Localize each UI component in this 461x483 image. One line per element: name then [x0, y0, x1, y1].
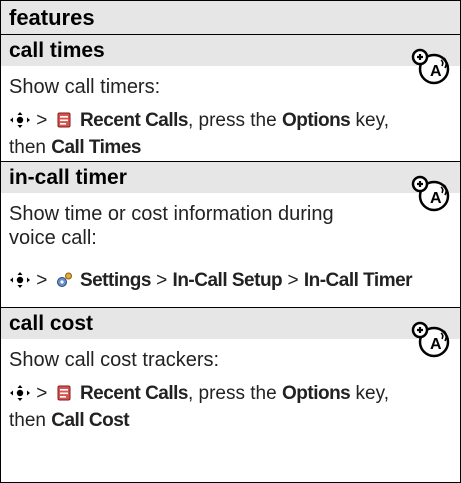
- path-separator: >: [150, 270, 173, 291]
- features-table: features call times A Show call timers: …: [0, 0, 461, 483]
- menu-path: > Recent Calls, press the Options key, t…: [9, 380, 449, 434]
- path-text: key,: [350, 383, 389, 404]
- feature-description: Show call timers:: [9, 76, 161, 98]
- path-text: key,: [350, 110, 389, 131]
- path-separator: >: [31, 383, 53, 404]
- call-cost-menu-item: Call Cost: [51, 410, 130, 431]
- in-call-setup-menu-item: In-Call Setup: [172, 270, 283, 291]
- network-feature-icon: A: [411, 321, 450, 358]
- svg-text:A: A: [430, 63, 442, 80]
- nav-key-icon: [10, 272, 30, 288]
- settings-menu-item: Settings: [79, 270, 151, 291]
- feature-heading-bar: call times: [1, 34, 460, 66]
- path-text: then: [9, 410, 52, 431]
- svg-text:A: A: [430, 336, 442, 353]
- description-line: voice call:: [9, 227, 97, 249]
- options-key-label: Options: [281, 383, 351, 404]
- path-separator: >: [282, 270, 304, 291]
- path-text: , press the: [187, 110, 282, 131]
- menu-path: > Settings > In-Call Setup > In-Call Tim…: [9, 267, 449, 294]
- recent-calls-menu-item: Recent Calls: [79, 110, 189, 131]
- recent-calls-icon: [57, 112, 71, 128]
- feature-heading: in-call timer: [9, 166, 127, 189]
- path-separator: >: [31, 270, 53, 291]
- feature-description: Show time or cost information during voi…: [9, 202, 409, 250]
- settings-icon: [56, 272, 72, 287]
- call-times-menu-item: Call Times: [51, 137, 141, 158]
- feature-call-cost: call cost A Show call cost trackers: > R…: [1, 307, 460, 482]
- nav-key-icon: [10, 385, 30, 401]
- path-separator: >: [31, 110, 53, 131]
- header-title: features: [9, 5, 95, 30]
- feature-heading-bar: call cost: [1, 307, 460, 339]
- options-key-label: Options: [281, 110, 351, 131]
- svg-text:A: A: [430, 190, 442, 207]
- path-text: , press the: [187, 383, 282, 404]
- feature-heading-bar: in-call timer: [1, 161, 460, 193]
- nav-key-icon: [10, 112, 30, 128]
- path-text: then: [9, 137, 52, 158]
- table-header: features: [1, 1, 460, 35]
- feature-heading: call times: [9, 39, 105, 62]
- feature-call-times: call times A Show call timers: > Recent …: [1, 34, 460, 161]
- recent-calls-icon: [57, 385, 71, 401]
- feature-description: Show call cost trackers:: [9, 349, 220, 371]
- network-feature-icon: A: [411, 48, 450, 85]
- recent-calls-menu-item: Recent Calls: [79, 383, 189, 404]
- in-call-timer-menu-item: In-Call Timer: [303, 270, 413, 291]
- menu-path: > Recent Calls, press the Options key, t…: [9, 107, 449, 161]
- feature-heading: call cost: [9, 312, 94, 335]
- description-line: Show time or cost information during: [9, 203, 334, 225]
- feature-in-call-timer: in-call timer A Show time or cost inform…: [1, 161, 460, 307]
- network-feature-icon: A: [411, 175, 450, 212]
